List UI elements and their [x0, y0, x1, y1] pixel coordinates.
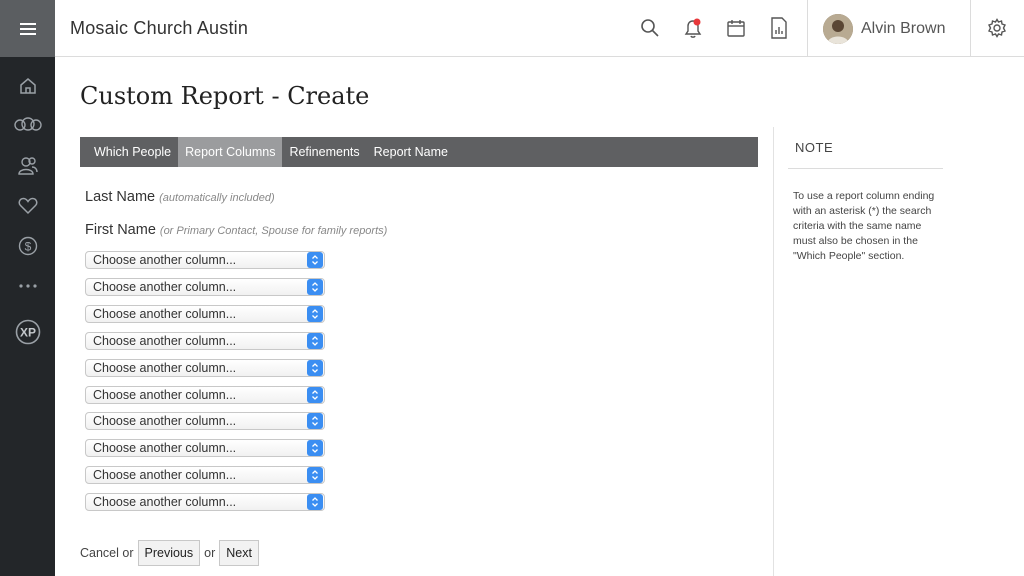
column-select-value: Choose another column... — [93, 306, 237, 321]
tab-refinements[interactable]: Refinements — [282, 137, 366, 167]
groups-icon — [13, 117, 42, 131]
select-arrows-icon — [307, 278, 323, 295]
select-arrows-icon — [307, 440, 323, 457]
column-select-value: Choose another column... — [93, 468, 237, 483]
bell-icon — [684, 18, 702, 38]
sidebar-item-giving[interactable] — [0, 186, 55, 226]
search-button[interactable] — [636, 14, 664, 42]
sidebar-item-finance[interactable]: $ — [0, 226, 55, 266]
column-select-value: Choose another column... — [93, 441, 237, 456]
dollar-icon: $ — [18, 236, 37, 256]
last-name-label: Last Name — [85, 189, 156, 205]
select-arrows-icon — [307, 305, 323, 322]
select-arrows-icon — [307, 332, 323, 349]
tab-report-name[interactable]: Report Name — [367, 137, 455, 167]
column-select[interactable]: Choose another column... — [85, 277, 325, 296]
form-actions: Cancel or Previous or Next — [80, 540, 259, 566]
home-icon — [19, 78, 36, 94]
column-select[interactable]: Choose another column... — [85, 304, 325, 323]
sidebar-item-more[interactable] — [0, 266, 55, 306]
column-select[interactable]: Choose another column... — [85, 251, 325, 269]
note-divider — [788, 168, 943, 169]
user-menu[interactable]: Alvin Brown — [807, 0, 971, 57]
column-select[interactable]: Choose another column... — [85, 358, 325, 377]
column-select[interactable]: Choose another column... — [85, 412, 325, 431]
column-select-value: Choose another column... — [93, 495, 237, 510]
column-select[interactable]: Choose another column... — [85, 493, 325, 512]
notifications-button[interactable] — [679, 14, 707, 42]
sidebar-item-home[interactable] — [0, 66, 55, 106]
first-name-note: (or Primary Contact, Spouse for family r… — [159, 225, 388, 237]
column-select[interactable]: Choose another column... — [85, 385, 325, 404]
last-name-note: (automatically included) — [159, 192, 275, 204]
last-name-field: Last Name (automatically included) — [85, 189, 275, 205]
column-select-value: Choose another column... — [93, 360, 237, 375]
calendar-icon — [727, 20, 745, 37]
settings-icon — [988, 18, 1006, 38]
column-select-value: Choose another column... — [93, 253, 237, 267]
heart-icon — [18, 197, 37, 215]
report-icon — [771, 17, 787, 39]
calendar-button[interactable] — [722, 14, 750, 42]
next-button[interactable]: Next — [219, 540, 259, 566]
avatar — [823, 13, 853, 44]
column-select[interactable]: Choose another column... — [85, 466, 325, 485]
previous-button[interactable]: Previous — [137, 540, 201, 566]
sidebar-item-people[interactable] — [0, 146, 55, 186]
column-select-value: Choose another column... — [93, 333, 237, 348]
select-arrows-icon — [307, 494, 323, 511]
top-bar: Mosaic Church Austin Alvin Brown — [55, 0, 1024, 57]
select-arrows-icon — [307, 252, 323, 268]
note-heading: NOTE — [795, 140, 834, 155]
note-panel: NOTE To use a report column ending with … — [773, 127, 1024, 576]
column-select-value: Choose another column... — [93, 414, 237, 429]
menu-button[interactable] — [0, 0, 55, 57]
select-arrows-icon — [307, 467, 323, 484]
people-icon — [17, 157, 38, 175]
select-arrows-icon — [307, 386, 323, 403]
org-name[interactable]: Mosaic Church Austin — [70, 18, 248, 39]
select-arrows-icon — [307, 359, 323, 376]
menu-icon — [19, 22, 36, 35]
xp-icon: XP — [15, 319, 40, 345]
tab-report-columns[interactable]: Report Columns — [178, 137, 283, 167]
or-text: or — [204, 546, 216, 560]
column-select[interactable]: Choose another column... — [85, 331, 325, 350]
more-icon — [18, 284, 37, 288]
wizard-tabs: Which People Report Columns Refinements … — [80, 137, 758, 167]
page-title: Custom Report - Create — [80, 82, 370, 110]
notification-dot — [693, 18, 701, 26]
settings-button[interactable] — [983, 14, 1011, 42]
cancel-link[interactable]: Cancel or — [80, 546, 134, 560]
user-name: Alvin Brown — [861, 19, 946, 37]
column-select-value: Choose another column... — [93, 279, 237, 294]
column-select[interactable]: Choose another column... — [85, 439, 325, 458]
select-arrows-icon — [307, 413, 323, 430]
svg-text:XP: XP — [19, 326, 35, 340]
sidebar: $ XP — [0, 0, 55, 576]
search-icon — [641, 19, 659, 37]
svg-text:$: $ — [24, 240, 31, 254]
tab-which-people[interactable]: Which People — [80, 137, 178, 167]
first-name-label: First Name — [85, 222, 156, 238]
sidebar-item-xp[interactable]: XP — [0, 312, 55, 352]
reports-button[interactable] — [765, 14, 793, 42]
sidebar-item-groups[interactable] — [0, 106, 55, 146]
note-body: To use a report column ending with an as… — [793, 190, 935, 262]
column-select-value: Choose another column... — [93, 387, 237, 402]
first-name-field: First Name (or Primary Contact, Spouse fo… — [85, 222, 387, 238]
